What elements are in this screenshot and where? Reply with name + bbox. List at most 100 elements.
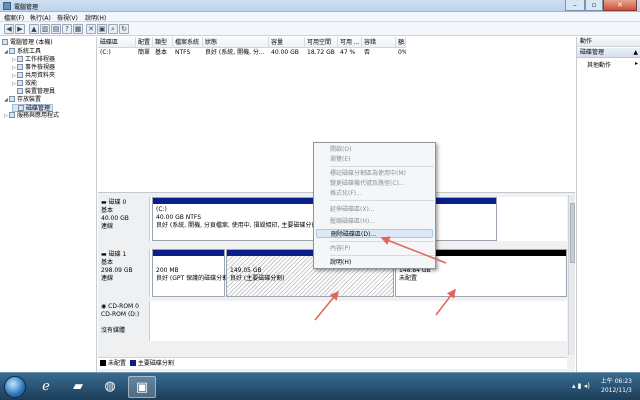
menu-item-change-drive-letter[interactable]: 變更磁碟機代號及路徑(C)... bbox=[330, 179, 405, 188]
disk-row: ◉ CD-ROM 0 CD-ROM (D:) 沒有媒體 bbox=[98, 301, 567, 341]
column-header[interactable]: 類型 bbox=[153, 37, 173, 48]
menu-item-mark-active[interactable]: 標記磁碟分割區為使用中(M) bbox=[330, 169, 406, 178]
tree-item-system-tools[interactable]: ◢ 系統工具 bbox=[4, 48, 41, 56]
disk-pane-scrollbar[interactable] bbox=[568, 195, 575, 355]
disk-icon[interactable]: ▣ bbox=[97, 24, 107, 34]
clock[interactable]: 上午 06:23 2012/11/3 bbox=[601, 377, 632, 395]
maximize-button[interactable]: ▫ bbox=[585, 0, 603, 11]
column-header[interactable]: 容錯 bbox=[362, 37, 396, 48]
actions-section-disk-management[interactable]: 磁碟管理 ▲ bbox=[577, 48, 640, 58]
rescan-icon[interactable]: ⌕ bbox=[108, 24, 118, 34]
scrollbar-thumb[interactable] bbox=[570, 203, 575, 263]
disk-status: 沒有媒體 bbox=[101, 327, 126, 334]
menu-separator bbox=[330, 166, 434, 167]
column-header[interactable]: 磁碟區 bbox=[98, 37, 136, 48]
tree-item-label: 效能 bbox=[25, 80, 38, 87]
menu-separator bbox=[330, 255, 434, 256]
table-cell: 基本 bbox=[155, 49, 168, 56]
tree-item-device-manager[interactable]: 裝置管理員 bbox=[12, 88, 55, 96]
show-hide-tree-icon[interactable]: ▥ bbox=[40, 24, 50, 34]
menu-action[interactable]: 執行(A) bbox=[30, 13, 51, 22]
firefox-icon[interactable]: ◍ bbox=[96, 376, 124, 398]
column-header[interactable]: 額... bbox=[396, 37, 406, 48]
menu-item-properties[interactable]: 內容(P) bbox=[330, 244, 350, 253]
disk-type: 基本 bbox=[101, 207, 114, 214]
column-header[interactable]: 容量 bbox=[269, 37, 305, 48]
tree-item-label: 系統工具 bbox=[17, 48, 42, 55]
partition-status: 良好 (系統, 開機, 分頁檔案, 使用中, 損毀傾印, 主要磁碟分割) bbox=[156, 222, 320, 229]
help-icon[interactable]: ? bbox=[62, 24, 72, 34]
table-cell: NTFS bbox=[175, 49, 191, 56]
disk-label[interactable]: ▬ 磁碟 0 基本 40.00 GB 連線 bbox=[98, 197, 150, 241]
minimize-button[interactable]: – bbox=[565, 0, 585, 11]
menu-item-explore[interactable]: 瀏覽(E) bbox=[330, 155, 350, 164]
other-actions-label: 其他動作 bbox=[587, 62, 612, 69]
tree-item-label: 裝置管理員 bbox=[25, 88, 56, 95]
other-actions[interactable]: 其他動作 ▸ bbox=[577, 60, 640, 69]
disk-size: 40.00 GB bbox=[101, 215, 129, 222]
up-icon[interactable]: ▲ bbox=[29, 24, 39, 34]
legend-label: 主要磁碟分割 bbox=[137, 360, 174, 367]
disk-status: 連線 bbox=[101, 275, 114, 282]
computer-management-icon[interactable]: ▣ bbox=[128, 376, 156, 398]
tree-item-label: 服務與應用程式 bbox=[17, 112, 60, 119]
disk-label[interactable]: ◉ CD-ROM 0 CD-ROM (D:) 沒有媒體 bbox=[98, 301, 150, 341]
tree-item-label: 磁碟管理 bbox=[26, 105, 51, 112]
table-cell: 簡單 bbox=[138, 49, 151, 56]
legend-swatch-primary bbox=[129, 360, 136, 366]
clock-date: 2012/11/3 bbox=[601, 387, 632, 394]
table-cell: 47 % bbox=[340, 49, 356, 56]
column-header[interactable]: 檔案系統 bbox=[173, 37, 203, 48]
menu-item-delete-volume[interactable]: 刪除磁碟區(D)... bbox=[316, 229, 433, 238]
legend-label: 未配置 bbox=[108, 360, 127, 367]
tree-item-disk-management[interactable]: 磁碟管理 bbox=[12, 104, 54, 112]
menu-item-help[interactable]: 說明(H) bbox=[330, 258, 351, 267]
column-header[interactable]: 可用空間 bbox=[305, 37, 338, 48]
explorer-icon[interactable]: ▰ bbox=[64, 376, 92, 398]
partition-size: 149.05 GB bbox=[230, 267, 262, 274]
menu-item-format[interactable]: 格式化(F)... bbox=[330, 189, 362, 198]
menu-view[interactable]: 檢視(V) bbox=[57, 13, 78, 22]
menu-file[interactable]: 檔案(F) bbox=[4, 13, 24, 22]
legend: 未配置 主要磁碟分割 bbox=[98, 357, 567, 369]
partition-name: (C:) bbox=[156, 206, 167, 213]
column-header[interactable]: 可用 ... bbox=[338, 37, 362, 48]
table-cell: 否 bbox=[364, 49, 371, 56]
start-button[interactable] bbox=[4, 376, 26, 398]
tree-item-event-viewer[interactable]: ▷ 事件檢視器 bbox=[12, 64, 55, 72]
event-icon bbox=[17, 64, 23, 70]
close-button[interactable]: ✕ bbox=[603, 0, 637, 11]
tree-item-storage[interactable]: ◢ 存放裝置 bbox=[4, 96, 41, 104]
delete-icon[interactable]: ✕ bbox=[86, 24, 96, 34]
menu-bar: 檔案(F) 執行(A) 檢視(V) 說明(H) bbox=[0, 12, 640, 22]
disk-name: CD-ROM 0 bbox=[108, 303, 139, 310]
tree-item-shared-folders[interactable]: ▷ 共用資料夾 bbox=[12, 72, 55, 80]
menu-item-shrink-volume[interactable]: 壓縮磁碟區(H)... bbox=[330, 217, 375, 226]
tree-item-services[interactable]: ▷ 服務與應用程式 bbox=[4, 112, 59, 120]
tree-item-performance[interactable]: ▷ 效能 bbox=[12, 80, 37, 88]
collapse-icon[interactable]: ▲ bbox=[633, 48, 638, 58]
actions-header: 動作 bbox=[577, 37, 640, 47]
forward-icon[interactable]: ▶ bbox=[15, 24, 25, 34]
partition-gpt[interactable]: 200 MB 良好 (GPT 保護的磁碟分割) bbox=[152, 249, 230, 297]
table-cell: (C:) bbox=[100, 49, 111, 56]
tree-root[interactable]: 電腦管理 (本機) bbox=[2, 39, 53, 47]
disk-size: 298.09 GB bbox=[101, 267, 133, 274]
menu-item-extend-volume[interactable]: 延伸磁碟區(X)... bbox=[330, 205, 375, 214]
properties2-icon[interactable]: ▦ bbox=[73, 24, 83, 34]
refresh-icon[interactable]: ↻ bbox=[119, 24, 129, 34]
back-icon[interactable]: ◀ bbox=[4, 24, 14, 34]
properties-icon[interactable]: ▤ bbox=[51, 24, 61, 34]
disk-label[interactable]: ▬ 磁碟 1 基本 298.09 GB 連線 bbox=[98, 249, 150, 297]
menu-help[interactable]: 說明(H) bbox=[85, 13, 106, 22]
tree-item-task-scheduler[interactable]: ▷ 工作排程器 bbox=[12, 56, 55, 64]
column-header[interactable]: 狀態 bbox=[203, 37, 269, 48]
system-tray[interactable]: ▴ ▮ ◂) bbox=[572, 382, 590, 390]
table-row[interactable]: (C:) 簡單 基本 NTFS 良好 (系統, 開機, 分... 40.00 G… bbox=[98, 48, 406, 57]
menu-item-open[interactable]: 開啟(O) bbox=[330, 145, 351, 154]
ie-icon[interactable]: ℯ bbox=[32, 376, 60, 398]
legend-swatch-unallocated bbox=[100, 360, 106, 366]
section-label: 磁碟管理 bbox=[580, 49, 605, 56]
column-header[interactable]: 配置 bbox=[136, 37, 153, 48]
disk-type: CD-ROM (D:) bbox=[101, 311, 140, 318]
